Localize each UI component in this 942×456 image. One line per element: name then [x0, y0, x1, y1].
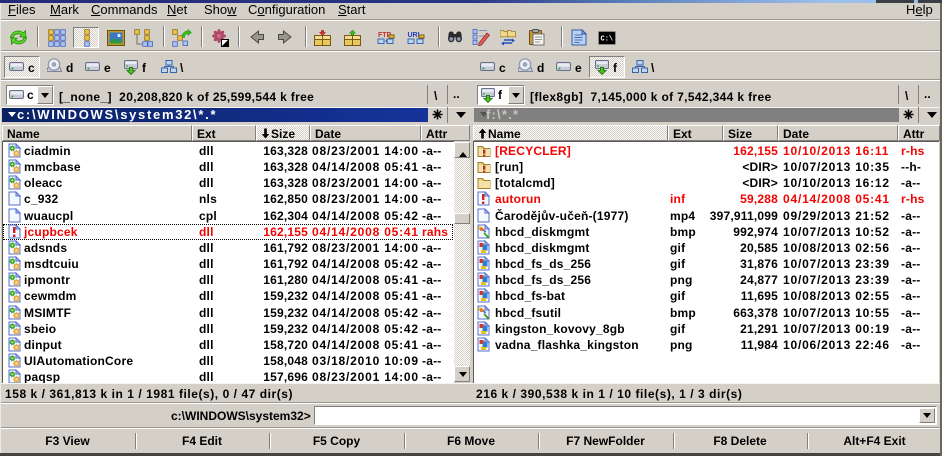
svg-text:C:\: C:\	[601, 36, 614, 44]
